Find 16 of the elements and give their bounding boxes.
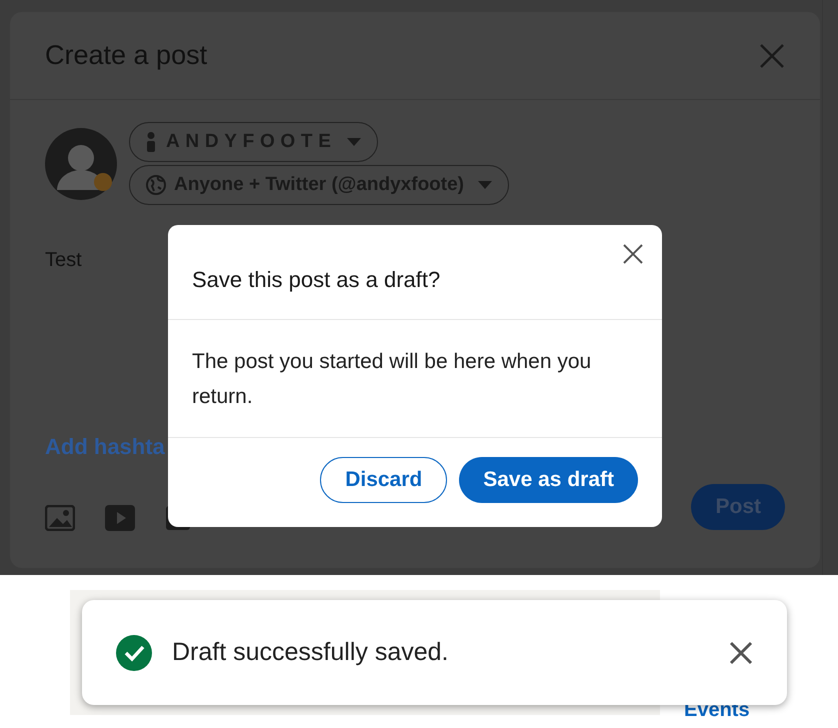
close-icon[interactable]	[622, 243, 644, 265]
dialog-title: Save this post as a draft?	[192, 266, 440, 294]
discard-button[interactable]: Discard	[320, 456, 448, 502]
toast-message: Draft successfully saved.	[172, 636, 450, 668]
caret-icon	[346, 138, 361, 146]
dialog-message: The post you started will be here when you return.	[192, 349, 592, 410]
caret-icon	[478, 181, 492, 189]
success-check-icon	[116, 634, 152, 670]
globe-icon	[146, 175, 166, 195]
save-draft-button[interactable]: Save as draft	[459, 456, 638, 502]
add-hashtag-link[interactable]: Add hashta	[45, 430, 165, 463]
image-icon[interactable]	[45, 505, 75, 531]
close-icon[interactable]	[729, 640, 753, 664]
avatar-icon	[45, 128, 117, 200]
person-icon	[146, 132, 156, 152]
video-icon[interactable]	[105, 505, 135, 531]
